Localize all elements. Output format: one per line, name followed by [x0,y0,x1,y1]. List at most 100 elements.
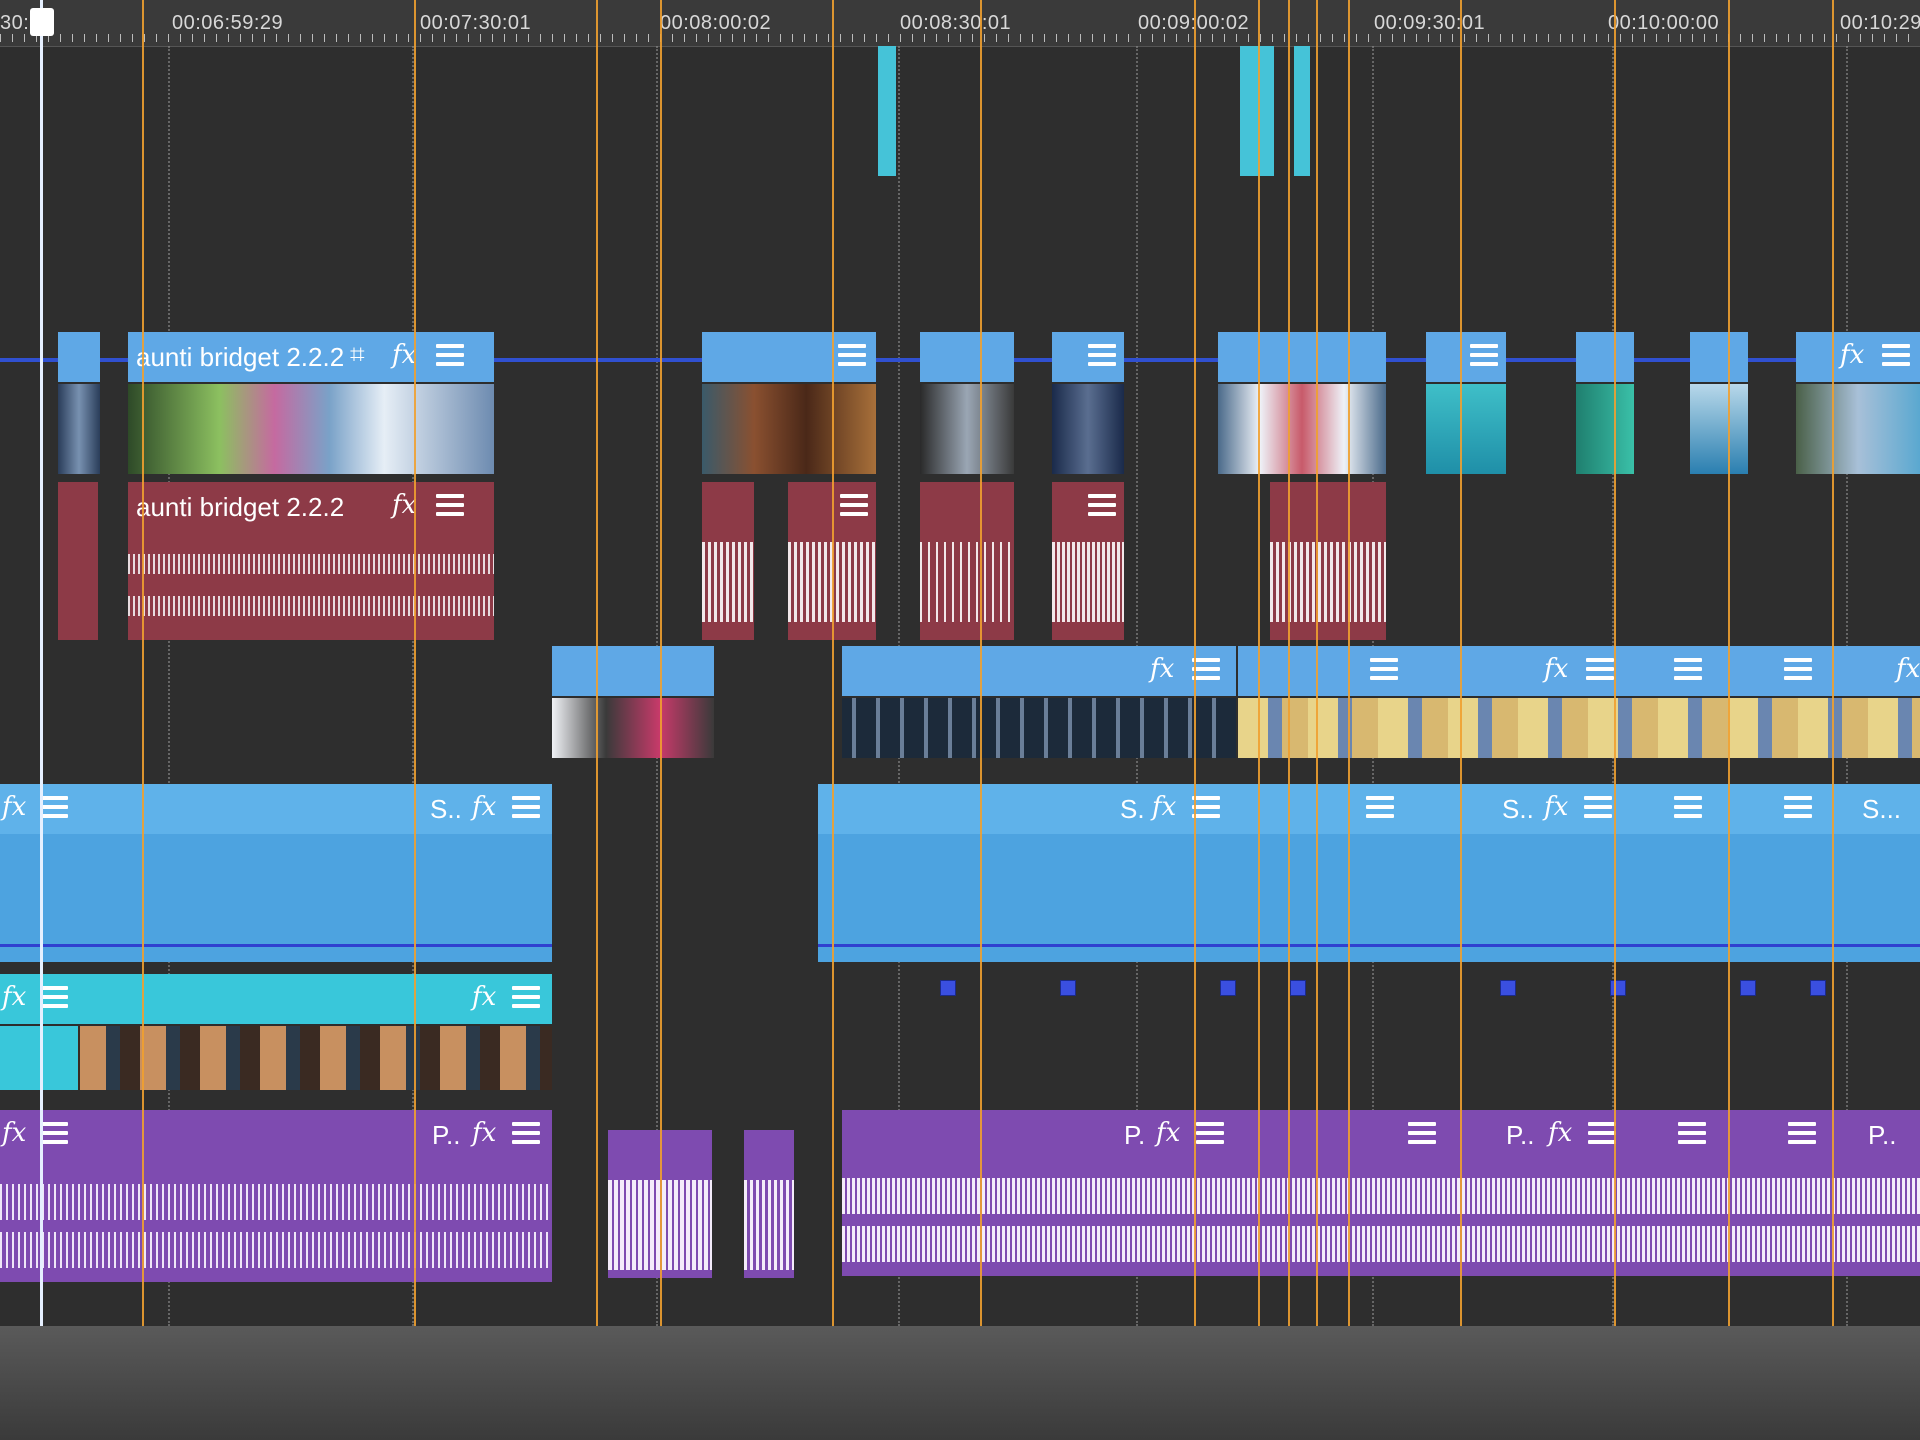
ruler-tick [1848,34,1849,42]
video-clip[interactable]: S. fx S.. fx S... [818,784,1920,962]
volume-envelope[interactable] [0,944,552,947]
fx-icon[interactable]: fx [1548,1118,1572,1148]
clip-menu-icon[interactable] [1192,796,1220,820]
video-clip[interactable] [1576,332,1634,474]
audio-clip[interactable]: P. fx P.. fx P.. [842,1110,1920,1276]
clip-menu-icon[interactable] [1196,1122,1224,1146]
fx-icon[interactable]: fx [472,1118,496,1148]
ruler-tick [996,34,997,42]
clip-menu-icon[interactable] [512,1122,540,1146]
fx-icon[interactable]: fx [2,792,26,822]
marker-line[interactable] [1728,0,1730,1326]
video-clip[interactable] [1218,332,1386,474]
fx-icon[interactable]: fx [2,982,26,1012]
fx-icon[interactable]: fx [1156,1118,1180,1148]
video-clip[interactable] [1690,332,1748,474]
horizontal-scrollbar[interactable] [0,1326,1920,1440]
audio-clip[interactable] [744,1130,794,1278]
fx-icon[interactable]: fx [1152,792,1176,822]
audio-clip[interactable] [1052,482,1124,640]
marker-line[interactable] [142,0,144,1326]
marker-line[interactable] [1348,0,1350,1326]
video-clip[interactable] [58,332,100,474]
clip-menu-icon[interactable] [40,986,68,1010]
clip-menu-icon[interactable] [40,796,68,820]
video-clip[interactable] [920,332,1014,474]
ruler-tick [1656,34,1657,42]
marker-line[interactable] [832,0,834,1326]
marker-line[interactable] [1460,0,1462,1326]
clip-menu-icon[interactable] [1674,658,1702,682]
playhead-line[interactable] [40,0,43,1336]
clip-menu-icon[interactable] [1408,1122,1436,1146]
ruler-tick [1548,34,1549,42]
clip-menu-icon[interactable] [436,344,464,368]
video-clip[interactable] [552,646,714,758]
marker-line[interactable] [414,0,416,1326]
clip-menu-icon[interactable] [1678,1122,1706,1146]
marker-line[interactable] [1832,0,1834,1326]
clip-menu-icon[interactable] [1784,796,1812,820]
clip-menu-icon[interactable] [1588,1122,1616,1146]
clip-menu-icon[interactable] [1586,658,1614,682]
marker-line[interactable] [660,0,662,1326]
marker-line[interactable] [1614,0,1616,1326]
fx-icon[interactable]: fx [1150,654,1174,684]
marker-line[interactable] [1316,0,1318,1326]
marker-line[interactable] [1258,0,1260,1326]
video-clip[interactable]: fx [1796,332,1920,474]
marker-line[interactable] [1194,0,1196,1326]
fx-icon[interactable]: fx [1544,654,1568,684]
audio-clip-aunti-bridget[interactable]: aunti bridget 2.2.2 fx [128,482,494,640]
fx-icon[interactable]: fx [392,490,416,520]
clip-menu-icon[interactable] [1088,494,1116,518]
small-video-clip[interactable] [1294,46,1310,176]
crop-icon[interactable]: ⌗ [350,340,365,371]
clip-menu-icon[interactable] [1674,796,1702,820]
fx-icon[interactable]: fx [392,340,416,370]
marker-line[interactable] [1288,0,1290,1326]
small-video-clip[interactable] [1240,46,1274,176]
video-clip[interactable] [702,332,876,474]
marker-line[interactable] [980,0,982,1326]
clip-menu-icon[interactable] [1470,344,1498,368]
clip-menu-icon[interactable] [1088,344,1116,368]
video-clip[interactable]: fx S.. fx [0,784,552,962]
video-clip[interactable]: fx [842,646,1236,758]
video-clip[interactable]: fx fx [0,974,552,1090]
fx-icon[interactable]: fx [1840,340,1864,370]
video-clip-aunti-bridget[interactable]: aunti bridget 2.2.2 ⌗ fx [128,332,494,474]
audio-clip[interactable]: fx P.. fx [0,1110,552,1282]
video-clip[interactable] [1052,332,1124,474]
fx-icon[interactable]: fx [472,982,496,1012]
playhead-handle[interactable] [30,8,54,36]
clip-menu-icon[interactable] [512,986,540,1010]
ruler-tick [948,34,949,42]
fx-icon[interactable]: fx [1544,792,1568,822]
clip-menu-icon[interactable] [1784,658,1812,682]
clip-menu-icon[interactable] [1882,344,1910,368]
clip-thumbnail [920,384,1014,474]
small-video-clip[interactable] [878,46,896,176]
timeline-ruler[interactable]: 30:0 00:06:59:29 00:07:30:01 00:08:00:02… [0,0,1920,47]
clip-menu-icon[interactable] [1370,658,1398,682]
fx-icon[interactable]: fx [472,792,496,822]
clip-menu-icon[interactable] [1584,796,1612,820]
clip-menu-icon[interactable] [840,494,868,518]
audio-clip[interactable] [702,482,754,640]
volume-envelope[interactable] [818,944,1920,947]
video-clip[interactable] [1426,332,1506,474]
clip-menu-icon[interactable] [436,494,464,518]
clip-menu-icon[interactable] [40,1122,68,1146]
clip-menu-icon[interactable] [1788,1122,1816,1146]
clip-menu-icon[interactable] [512,796,540,820]
clip-menu-icon[interactable] [838,344,866,368]
clip-menu-icon[interactable] [1192,658,1220,682]
video-clip[interactable]: fx fx [1238,646,1920,758]
clip-menu-icon[interactable] [1366,796,1394,820]
marker-line[interactable] [596,0,598,1326]
fx-icon[interactable]: fx [1896,654,1920,684]
audio-clip[interactable] [58,482,98,640]
fx-icon[interactable]: fx [2,1118,26,1148]
audio-clip[interactable] [920,482,1014,640]
